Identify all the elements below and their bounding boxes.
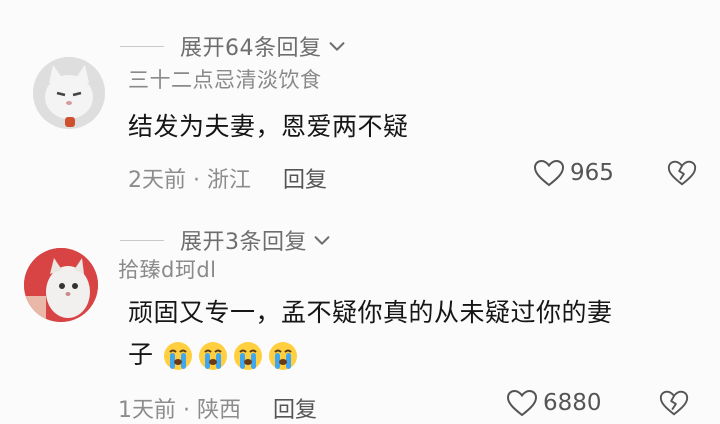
heart-icon [506, 389, 538, 417]
expand-replies-button-2[interactable]: 展开3条回复 [120, 224, 333, 256]
dislike-button[interactable] [658, 388, 690, 422]
comment-text: 结发为夫妻，恩爱两不疑 [128, 112, 409, 141]
like-button[interactable]: 965 [532, 158, 614, 188]
like-button[interactable]: 6880 [505, 388, 602, 418]
dislike-button[interactable] [666, 158, 698, 192]
comment-username[interactable]: 三十二点忌清淡饮食 [128, 64, 322, 94]
comment-text: 顽固又专一，孟不疑你真的从未疑过你的妻 子 [128, 292, 613, 376]
comment-text-line-1: 顽固又专一，孟不疑你真的从未疑过你的妻 [128, 298, 613, 327]
chevron-down-icon [329, 42, 344, 51]
like-count: 6880 [543, 390, 602, 416]
crying-emoji-row [162, 340, 302, 370]
crying-face-emoji-icon [163, 342, 192, 370]
broken-heart-icon [667, 160, 697, 186]
cat-avatar-image [33, 57, 105, 129]
chevron-down-icon [314, 236, 330, 245]
divider-line [120, 45, 164, 47]
cat-avatar-image [24, 248, 98, 322]
expand-replies-button-1[interactable]: 展开64条回复 [120, 30, 348, 62]
like-count: 965 [570, 160, 614, 186]
expand-replies-label: 展开3条回复 [180, 230, 307, 255]
avatar[interactable] [33, 57, 105, 129]
comment-time-location: 2天前 · 浙江 [128, 168, 251, 193]
comment-text-tail: 子 [128, 340, 154, 369]
divider-line [120, 239, 164, 241]
crying-face-emoji-icon [268, 342, 297, 370]
comment-meta: 1天前 · 陕西 回复 [118, 392, 317, 424]
comment-text-line-2: 子 [128, 334, 613, 376]
broken-heart-icon [659, 390, 689, 416]
comment-time-location: 1天前 · 陕西 [118, 398, 241, 423]
crying-face-emoji-icon [233, 342, 262, 370]
comment-username[interactable]: 拾臻d珂dl [118, 254, 217, 284]
heart-icon [533, 159, 565, 187]
expand-replies-label: 展开64条回复 [180, 36, 322, 61]
reply-button[interactable]: 回复 [283, 162, 327, 194]
crying-face-emoji-icon [198, 342, 227, 370]
reply-button[interactable]: 回复 [273, 392, 317, 424]
comment-meta: 2天前 · 浙江 回复 [128, 162, 327, 194]
avatar[interactable] [24, 248, 98, 322]
